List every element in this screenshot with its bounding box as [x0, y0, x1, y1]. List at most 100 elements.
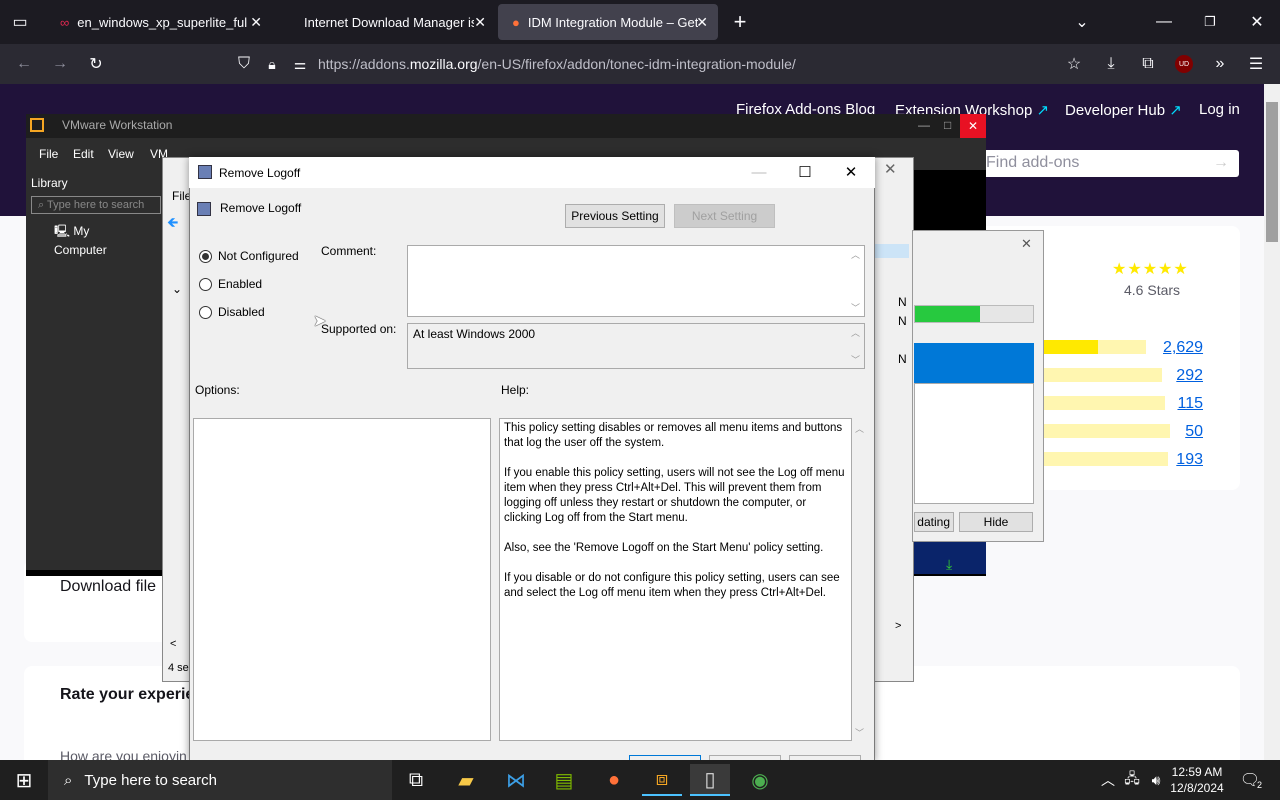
taskbar-search[interactable]: ⌕ Type here to search [48, 760, 392, 800]
library-search-placeholder: Type here to search [47, 199, 145, 211]
close-icon[interactable]: ✕ [960, 114, 986, 138]
radio-dot [199, 249, 212, 263]
nav-devhub-label: Developer Hub [1065, 102, 1166, 119]
list-cell: N [898, 295, 907, 309]
library-search-input[interactable]: ⌕ Type here to search [31, 196, 161, 214]
firefox-icon[interactable]: ● [594, 764, 634, 796]
minimize-icon[interactable]: — [1150, 8, 1178, 36]
find-placeholder: Find add-ons [986, 154, 1080, 171]
radio-label: Enabled [218, 277, 263, 291]
nav-devhub-link[interactable]: Developer Hub ↗ [1065, 101, 1182, 119]
task-view-icon[interactable]: ⧉ [396, 764, 436, 796]
menu-file[interactable]: File [39, 147, 58, 161]
tab-2[interactable]: Internet Download Manager is ✕ [290, 4, 496, 40]
close-icon[interactable]: ✕ [696, 14, 708, 31]
page-scrollbar[interactable] [1264, 84, 1280, 760]
computer-icon: 🖳︎ [54, 224, 74, 238]
firefox-view-icon[interactable]: ▭ [6, 8, 34, 36]
reload-icon[interactable]: ↻ [82, 50, 110, 78]
menu-edit[interactable]: Edit [73, 147, 94, 161]
url-path: /en-US/firefox/addon/tonec-idm-integrati… [477, 56, 796, 72]
status-bar: 4 se [168, 662, 189, 674]
tab-title: IDM Integration Module – Get t [527, 14, 698, 30]
scroll-down-icon[interactable]: ﹀ [855, 726, 864, 739]
vmware-logo-icon [30, 118, 44, 132]
rating-count[interactable]: 2,629 [1163, 339, 1203, 357]
gpedit-taskbar-icon[interactable]: ▯ [690, 764, 730, 796]
close-icon[interactable]: ✕ [1021, 236, 1032, 252]
radio-dot [199, 277, 212, 291]
minimize-icon[interactable]: — [918, 118, 930, 132]
extensions-icon[interactable]: ⧉ [1134, 50, 1162, 78]
scroll-up-icon[interactable]: ︿ [851, 248, 860, 261]
rating-count[interactable]: 115 [1163, 395, 1203, 413]
list-tabs-icon[interactable]: ⌄ [1068, 8, 1096, 36]
notification-icon[interactable]: 🗨︎ 2 [1230, 764, 1270, 796]
notepadpp-icon[interactable]: ▤ [544, 764, 584, 796]
maximize-icon[interactable]: ☐ [782, 157, 828, 187]
login-link[interactable]: Log in [1199, 101, 1240, 118]
radio-dot [199, 305, 212, 319]
chevron-down-icon[interactable]: ⌄ [172, 282, 182, 296]
scroll-thumb[interactable] [1266, 102, 1278, 242]
updating-button[interactable]: dating [914, 512, 954, 532]
url-field[interactable]: https://addons. mozilla.org/en-US/firefox… [318, 48, 1018, 80]
radio-not-configured[interactable]: Not Configured [199, 249, 299, 263]
supported-label: Supported on: [321, 322, 397, 336]
file-explorer-icon[interactable]: ▰ [446, 764, 486, 796]
scroll-up-icon[interactable]: ︿ [851, 326, 860, 339]
scroll-up-icon[interactable]: ︿ [855, 422, 864, 435]
previous-setting-button[interactable]: Previous Setting [565, 204, 665, 228]
comment-field[interactable]: ︿ ﹀ [407, 245, 865, 317]
hide-button[interactable]: Hide [959, 512, 1033, 532]
tab-3[interactable]: ● IDM Integration Module – Get t ✕ [498, 4, 718, 40]
rating-count[interactable]: 50 [1163, 423, 1203, 441]
back-arrow-icon[interactable]: 🡸 [167, 212, 178, 236]
radio-disabled[interactable]: Disabled [199, 305, 265, 319]
menu-icon[interactable]: ☰ [1242, 50, 1270, 78]
minimize-icon[interactable]: — [736, 157, 782, 187]
download-file-link[interactable]: Download file [60, 578, 156, 596]
vmware-taskbar-icon[interactable]: ⧈ [642, 764, 682, 796]
scroll-down-icon[interactable]: ﹀ [851, 301, 860, 314]
clock[interactable]: 12:59 AM 12/8/2024 [1168, 764, 1226, 796]
rating-count[interactable]: 193 [1163, 451, 1203, 469]
close-icon[interactable]: ✕ [474, 14, 486, 31]
external-link-icon: ↗ [1169, 102, 1182, 119]
lock-icon[interactable]: 🔒︎ [258, 50, 286, 78]
close-icon[interactable]: ✕ [884, 160, 897, 178]
close-window-icon[interactable]: ✕ [1243, 8, 1271, 36]
scroll-down-icon[interactable]: ﹀ [851, 353, 860, 366]
start-button[interactable]: ⊞ [4, 764, 44, 796]
downloads-icon[interactable]: ⤓ [1097, 50, 1125, 78]
find-addons-input[interactable]: Find add-ons → [976, 150, 1239, 177]
back-icon[interactable]: ← [10, 50, 38, 78]
new-tab-button[interactable]: + [726, 8, 754, 36]
menu-view[interactable]: View [108, 147, 134, 161]
shield-icon[interactable]: ⛉ [230, 50, 258, 78]
ublock-icon[interactable]: UD [1170, 50, 1198, 78]
url-prefix: https://addons. [318, 56, 410, 72]
rating-count[interactable]: 292 [1163, 367, 1203, 385]
idm-taskbar-icon[interactable]: ◉ [740, 764, 780, 796]
overflow-icon[interactable]: » [1206, 50, 1234, 78]
scroll-left-icon[interactable]: < [170, 638, 176, 650]
my-computer-item[interactable]: 🖳︎ My Computer [26, 214, 166, 265]
help-pane: This policy setting disables or removes … [499, 418, 852, 741]
rate-heading: Rate your experie [60, 686, 195, 703]
scroll-right-icon[interactable]: > [895, 620, 901, 632]
restore-icon[interactable]: ❐ [1196, 8, 1224, 36]
close-icon[interactable]: ✕ [250, 14, 262, 31]
forward-icon[interactable]: → [46, 50, 74, 78]
next-setting-button[interactable]: Next Setting [674, 204, 775, 228]
permissions-icon[interactable]: ⚌ [286, 50, 314, 78]
arrow-right-icon[interactable]: → [1213, 154, 1229, 172]
bookmark-star-icon[interactable]: ☆ [1060, 50, 1088, 78]
vscode-icon[interactable]: ⋈ [496, 764, 536, 796]
supported-field: At least Windows 2000 ︿ ﹀ [407, 323, 865, 369]
close-icon[interactable]: ✕ [828, 157, 874, 187]
help-label: Help: [501, 383, 530, 397]
maximize-icon[interactable]: □ [944, 118, 951, 132]
tab-1[interactable]: ∞ en_windows_xp_superlite_full_i ✕ [46, 4, 272, 40]
radio-enabled[interactable]: Enabled [199, 277, 262, 291]
